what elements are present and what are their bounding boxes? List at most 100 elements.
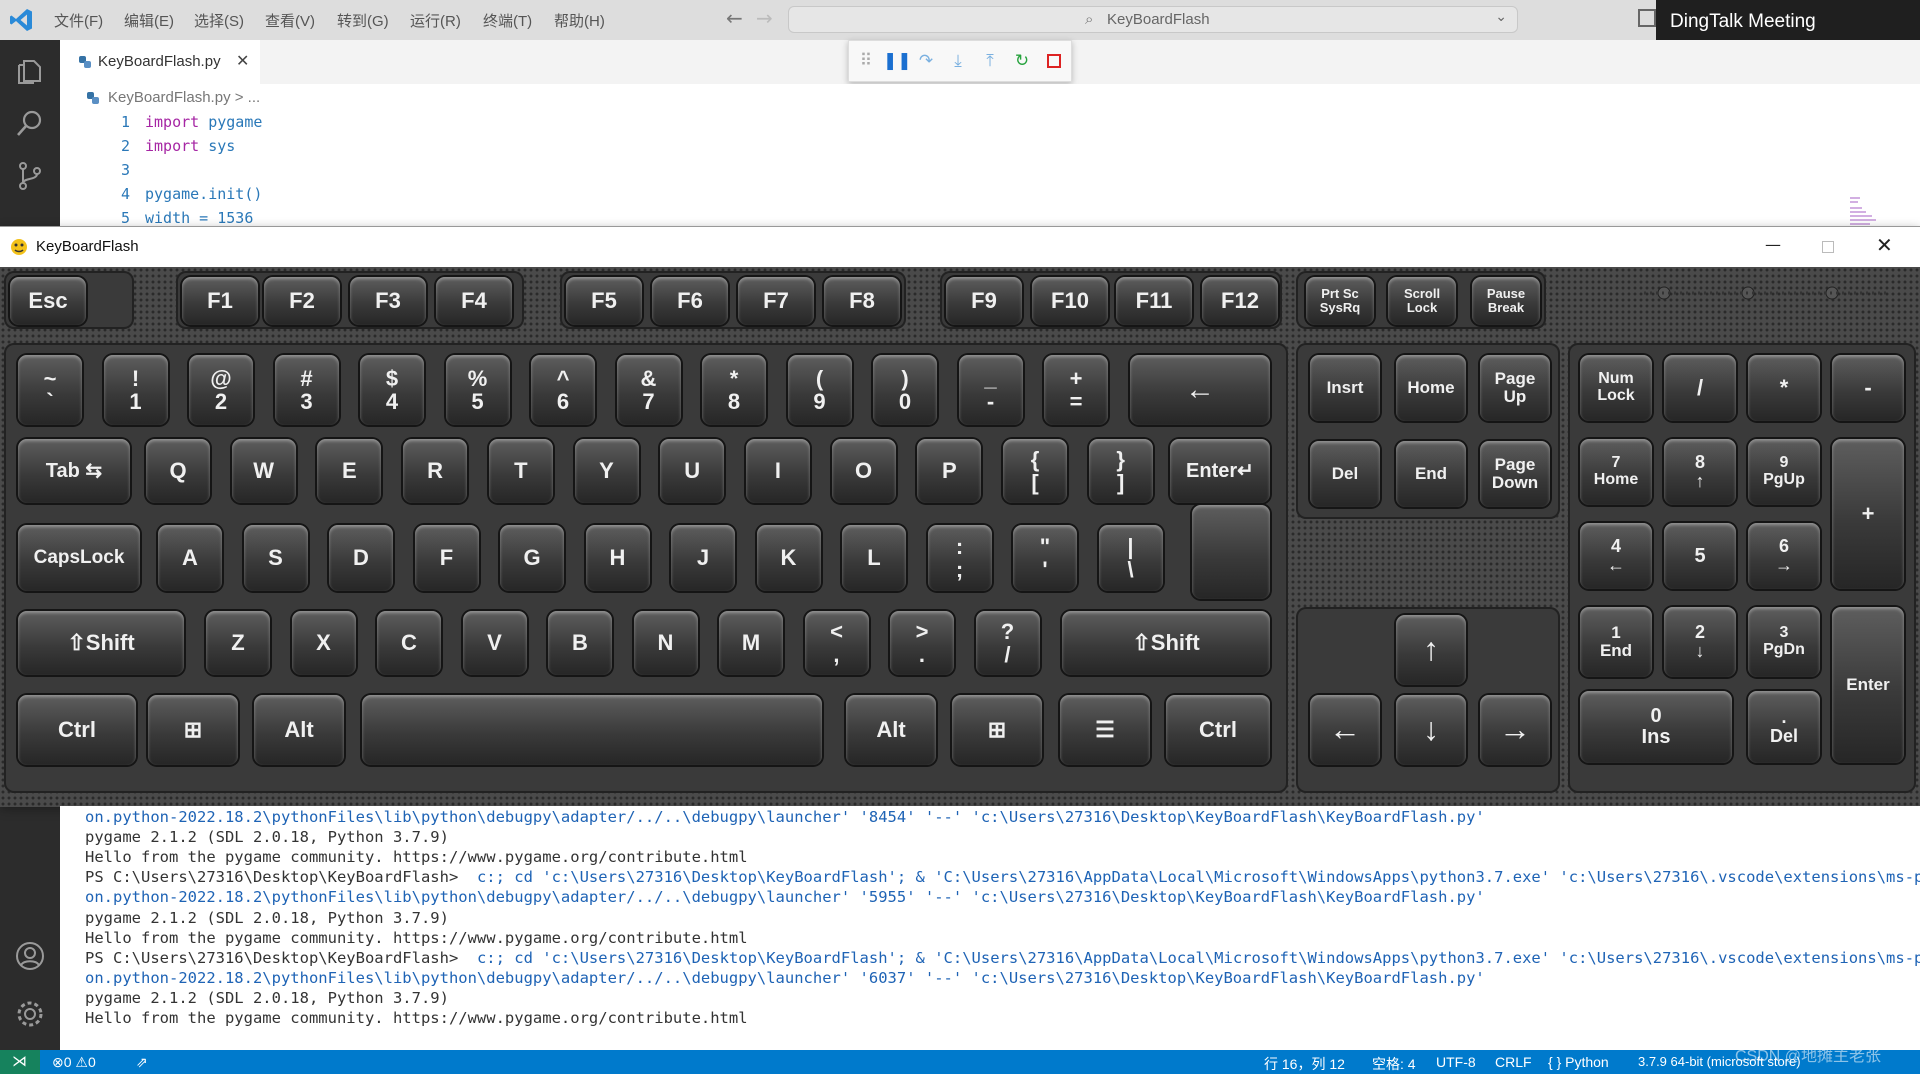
key-symbol: ↓ xyxy=(1396,695,1466,765)
pygame-window[interactable]: KeyBoardFlash — ✕ Esc F1 F2 F3 F4 F5 F6 F7 F8 F9 F… xyxy=(0,226,1920,807)
maximize-icon[interactable] xyxy=(1822,241,1834,253)
key-shift: ⇧Shift xyxy=(1062,611,1270,675)
stop-icon[interactable] xyxy=(1043,50,1065,72)
terminal-output-line: pygame 2.1.2 (SDL 2.0.18, Python 3.7.9) xyxy=(85,908,449,927)
key-6: 6 → xyxy=(1748,523,1820,589)
dingtalk-meeting-overlay[interactable]: DingTalk Meeting xyxy=(1656,0,1920,42)
csdn-watermark: CSDN @地摊主老张 xyxy=(1735,1048,1882,1065)
vscode-logo-icon xyxy=(10,9,32,31)
key-b: B xyxy=(548,611,612,675)
cursor-position[interactable]: 行 16，列 12 xyxy=(1264,1054,1345,1074)
chevron-down-icon[interactable]: ⌄ xyxy=(1495,9,1507,25)
menu-selection[interactable]: 选择(S) xyxy=(194,10,244,31)
nav-back-icon[interactable]: ← xyxy=(726,6,743,30)
key-8: 8 ↑ xyxy=(1664,439,1736,505)
key-symbol: ← xyxy=(1130,355,1270,425)
code-module: sys xyxy=(199,137,236,155)
breadcrumb[interactable]: KeyBoardFlash.py > ... xyxy=(108,89,260,106)
pygame-title-bar[interactable]: KeyBoardFlash — ✕ xyxy=(0,227,1920,267)
key-2: @ 2 xyxy=(189,355,253,425)
source-control-icon[interactable] xyxy=(14,160,46,192)
language-mode[interactable]: { } Python xyxy=(1548,1054,1609,1070)
key-7: & 7 xyxy=(616,355,681,425)
debug-toolbar: ⠿ ❚❚ ↷ ⤓ ⤒ ↻ xyxy=(848,40,1072,82)
key-7-home: 7 Home xyxy=(1580,439,1652,505)
menu-run[interactable]: 运行(R) xyxy=(410,10,461,31)
key-capslock: CapsLock xyxy=(18,525,140,591)
close-icon[interactable]: ✕ xyxy=(236,51,249,70)
step-over-icon[interactable]: ↷ xyxy=(915,50,937,72)
terminal-output-line: Hello from the pygame community. https:/… xyxy=(85,848,748,867)
encoding[interactable]: UTF-8 xyxy=(1436,1054,1476,1070)
key-c: C xyxy=(377,611,441,675)
key-symbol: + = xyxy=(1044,355,1108,425)
explorer-icon[interactable] xyxy=(14,56,46,88)
nav-forward-icon[interactable]: → xyxy=(756,6,773,30)
end-of-line[interactable]: CRLF xyxy=(1495,1054,1532,1070)
status-bar: ⋊ ⊗0 ⚠0 ⇗ 行 16，列 12 空格: 4 UTF-8 CRLF { }… xyxy=(0,1050,1920,1074)
terminal-command: c:; cd 'c:\Users\27316\Desktop\KeyBoardF… xyxy=(458,948,1920,967)
menu-file[interactable]: 文件(F) xyxy=(54,10,103,31)
code-line: import pygame xyxy=(145,113,262,131)
terminal-panel[interactable]: on.python-2022.18.2\pythonFiles\lib\pyth… xyxy=(60,806,1920,1050)
key-enter: Enter↵ xyxy=(1170,439,1270,503)
layout-toggle-icon[interactable] xyxy=(1638,9,1656,27)
key-v: V xyxy=(462,611,527,675)
line-number: 1 xyxy=(120,113,130,131)
command-center-search[interactable]: ⌕ KeyBoardFlash ⌄ xyxy=(788,6,1518,33)
key-del: Del xyxy=(1310,441,1380,507)
key-f1: F1 xyxy=(182,277,258,325)
restart-icon[interactable]: ↻ xyxy=(1011,50,1033,72)
key-m: M xyxy=(719,611,783,675)
key-f6: F6 xyxy=(652,277,728,325)
key-4: $ 4 xyxy=(360,355,424,425)
code-editor[interactable]: KeyBoardFlash.py > ... 1 import pygame 2… xyxy=(60,84,1920,271)
step-out-icon[interactable]: ⤒ xyxy=(979,50,1001,72)
tab-keyboardflash-py[interactable]: KeyBoardFlash.py ✕ xyxy=(60,40,260,84)
account-icon[interactable] xyxy=(14,940,46,972)
key-symbol: ~ ` xyxy=(18,355,82,425)
key-a: A xyxy=(158,525,222,591)
key-esc: Esc xyxy=(10,277,86,325)
key-symbol: > . xyxy=(890,611,954,675)
key-ctrl: Ctrl xyxy=(18,695,136,765)
problems-indicator[interactable]: ⊗0 ⚠0 xyxy=(52,1054,96,1071)
key-shift: ⇧Shift xyxy=(18,611,184,675)
minimize-icon[interactable]: — xyxy=(1765,235,1781,254)
pause-icon[interactable]: ❚❚ xyxy=(883,50,912,72)
key-y: Y xyxy=(574,439,639,503)
key-q: Q xyxy=(146,439,210,503)
gear-icon[interactable] xyxy=(14,998,46,1030)
key-3: # 3 xyxy=(274,355,339,425)
terminal-command: c:; cd 'c:\Users\27316\Desktop\KeyBoardF… xyxy=(458,868,1920,887)
terminal-prompt: PS C:\Users\27316\Desktop\KeyBoardFlash> xyxy=(85,868,459,887)
key-symbol: ☰ xyxy=(1060,695,1150,765)
code-keyword: import xyxy=(145,137,200,155)
key-del: . Del xyxy=(1748,691,1820,763)
key-symbol: ↑ xyxy=(1396,615,1466,685)
key-u: U xyxy=(660,439,725,503)
key-pause-break: Pause Break xyxy=(1472,277,1540,325)
menu-terminal[interactable]: 终端(T) xyxy=(483,10,532,31)
remote-indicator-icon[interactable]: ⋊ xyxy=(0,1050,40,1074)
key-9: ( 9 xyxy=(787,355,852,425)
menu-edit[interactable]: 编辑(E) xyxy=(124,10,174,31)
key-f8: F8 xyxy=(824,277,900,325)
key-symbol: } ] xyxy=(1088,439,1153,503)
step-into-icon[interactable]: ⤓ xyxy=(947,50,969,72)
close-icon[interactable]: ✕ xyxy=(1876,233,1893,257)
menu-help[interactable]: 帮助(H) xyxy=(554,10,605,31)
title-bar: 文件(F) 编辑(E) 选择(S) 查看(V) 转到(G) 运行(R) 终端(T… xyxy=(0,0,1920,42)
indentation[interactable]: 空格: 4 xyxy=(1372,1054,1416,1074)
menu-go[interactable]: 转到(G) xyxy=(337,10,389,31)
drag-handle-icon[interactable]: ⠿ xyxy=(855,50,877,72)
key-symbol: ← xyxy=(1310,695,1380,765)
key-end: End xyxy=(1396,441,1466,507)
search-icon[interactable] xyxy=(14,108,46,140)
key-h: H xyxy=(585,525,650,591)
key-page-down: Page Down xyxy=(1480,441,1550,507)
key-enter: Enter xyxy=(1832,607,1904,763)
key-f4: F4 xyxy=(436,277,512,325)
menu-view[interactable]: 查看(V) xyxy=(265,10,315,31)
live-share-icon[interactable]: ⇗ xyxy=(136,1054,148,1071)
